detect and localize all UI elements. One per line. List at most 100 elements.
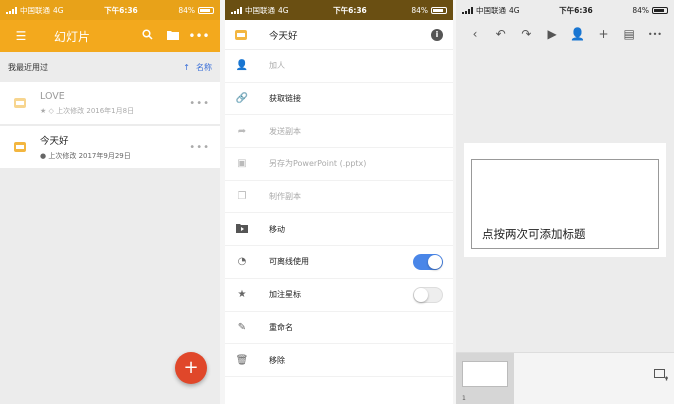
offline-toggle[interactable] [413, 253, 443, 270]
slides-file-icon [14, 98, 26, 108]
menu-item-get-link[interactable]: 🔗 获取链接 [225, 83, 453, 116]
star-toggle[interactable] [413, 286, 443, 303]
menu-item-label: 移除 [269, 355, 285, 365]
recent-header: 我最近用过 ↑ 名称 [0, 52, 220, 82]
slides-file-icon [14, 142, 26, 152]
file-name: 今天好 [40, 136, 69, 147]
menu-item-move[interactable]: 移动 [225, 213, 453, 247]
copy-icon: ❐ [237, 191, 247, 203]
app-toolbar: ☰ 幻灯片 ••• [0, 20, 220, 52]
signal-icon [231, 6, 242, 14]
sort-label: 名称 [196, 62, 212, 72]
file-name: LOVE [40, 90, 65, 102]
star-icon: ★ [237, 289, 247, 301]
battery-percent: 84% [178, 5, 195, 15]
more-icon[interactable]: ••• [189, 98, 210, 109]
carrier-label: 中国联通 [476, 5, 506, 15]
battery-icon [197, 6, 214, 14]
menu-item-label: 制作副本 [269, 192, 301, 202]
menu-icon[interactable]: ☰ [8, 29, 34, 43]
sort-button[interactable]: ↑ 名称 [183, 62, 212, 73]
status-bar: 中国联通 4G 下午6:36 84% [225, 0, 453, 20]
menu-item-label: 获取链接 [269, 94, 301, 104]
slide-thumbnail[interactable]: 1 [456, 353, 514, 404]
menu-item-label: 另存为PowerPoint (.pptx) [269, 159, 367, 169]
file-row[interactable]: 今天好 ● 上次修改 2017年9月29日 ••• [0, 126, 220, 168]
more-icon[interactable]: ••• [189, 142, 210, 153]
file-actions-screen: 中国联通 4G 下午6:36 84% 今天好 i 👤 加人 🔗 获取链接 ➦ 发… [225, 0, 453, 404]
app-title: 幻灯片 [54, 29, 91, 44]
menu-item-star[interactable]: ★ 加注星标 [225, 279, 453, 312]
sheet-header: 今天好 i [225, 20, 453, 50]
battery-icon [651, 6, 668, 14]
title-placeholder-box[interactable]: 点按两次可添加标题 [471, 159, 659, 249]
menu-item-rename[interactable]: ✎ 重命名 [225, 312, 453, 345]
file-meta: 上次修改 2017年9月29日 [48, 152, 131, 160]
add-person-icon: 👤 [235, 60, 249, 72]
undo-icon[interactable]: ↶ [490, 27, 512, 41]
section-label: 我最近用过 [8, 62, 48, 72]
menu-item-label: 加人 [269, 61, 285, 71]
menu-item-make-copy[interactable]: ❐ 制作副本 [225, 181, 453, 214]
slide-number: 1 [462, 395, 466, 402]
search-icon[interactable] [134, 29, 160, 43]
info-icon[interactable]: i [431, 28, 443, 41]
menu-item-remove[interactable]: 🗑 移除 [225, 344, 453, 377]
more-icon[interactable]: ••• [186, 29, 212, 43]
signal-icon [6, 6, 17, 14]
file-meta: 上次修改 2016年1月8日 [56, 106, 135, 115]
carrier-label: 中国联通 [20, 5, 50, 15]
offline-icon: ◔ [237, 256, 247, 268]
file-title: 今天好 [269, 30, 298, 42]
add-person-icon[interactable]: 👤 [567, 27, 589, 41]
menu-item-label: 加注星标 [269, 290, 301, 300]
arrow-up-icon: ↑ [183, 62, 190, 72]
redo-icon[interactable]: ↷ [515, 27, 537, 41]
slide-canvas[interactable]: 点按两次可添加标题 [464, 143, 666, 257]
rename-icon: ✎ [237, 321, 247, 333]
play-icon[interactable]: ▶ [541, 27, 563, 41]
clock: 下午6:36 [104, 5, 138, 15]
signal-icon [462, 6, 473, 14]
toggle-knob [414, 287, 428, 302]
status-bar: 中国联通 4G 下午6:36 84% [0, 0, 220, 20]
menu-item-send-copy[interactable]: ➦ 发送副本 [225, 115, 453, 149]
menu-item-label: 发送副本 [269, 126, 301, 136]
menu-item-label: 重命名 [269, 322, 293, 332]
offline-icon: ◇ [48, 106, 54, 115]
slide-thumbnail-image [462, 361, 508, 387]
battery-icon [430, 6, 447, 14]
star-icon: ★ [40, 106, 47, 115]
toggle-knob [428, 254, 442, 269]
clock: 下午6:36 [559, 5, 593, 15]
menu-item-save-as-pptx[interactable]: ▣ 另存为PowerPoint (.pptx) [225, 148, 453, 181]
editor-toolbar: ‹ ↶ ↷ ▶ 👤 + ▤ ••• [456, 20, 674, 48]
link-icon: 🔗 [235, 93, 249, 105]
back-icon[interactable]: ‹ [464, 27, 486, 41]
menu-item-label: 移动 [269, 224, 285, 234]
carrier-label: 中国联通 [245, 5, 275, 15]
battery-percent: 84% [632, 5, 649, 15]
trash-icon: 🗑 [235, 354, 249, 366]
slides-list-screen: 中国联通 4G 下午6:36 84% ☰ 幻灯片 ••• 我最近用过 ↑ 名称 … [0, 0, 220, 404]
clock: 下午6:36 [333, 5, 367, 15]
add-slide-icon[interactable] [654, 369, 668, 384]
menu-item-offline[interactable]: ◔ 可离线使用 [225, 246, 453, 279]
folder-icon[interactable] [160, 29, 186, 43]
slide-editor-screen: 中国联通 4G 下午6:36 84% ‹ ↶ ↷ ▶ 👤 + ▤ ••• 点按两… [456, 0, 674, 404]
comment-icon[interactable]: ▤ [618, 27, 640, 41]
new-presentation-button[interactable]: + [175, 352, 207, 384]
slides-file-icon [235, 29, 247, 40]
file-row[interactable]: LOVE ★ ◇ 上次修改 2016年1月8日 ••• [0, 82, 220, 124]
battery-percent: 84% [411, 5, 428, 15]
title-placeholder-text: 点按两次可添加标题 [482, 227, 586, 241]
powerpoint-icon: ▣ [237, 158, 247, 170]
menu-item-add-people[interactable]: 👤 加人 [225, 50, 453, 83]
insert-icon[interactable]: + [593, 27, 615, 41]
network-label: 4G [278, 5, 289, 15]
more-icon[interactable]: ••• [644, 30, 666, 39]
network-label: 4G [53, 5, 64, 15]
offline-icon: ● [40, 152, 47, 160]
network-label: 4G [509, 5, 520, 15]
status-bar: 中国联通 4G 下午6:36 84% [456, 0, 674, 20]
